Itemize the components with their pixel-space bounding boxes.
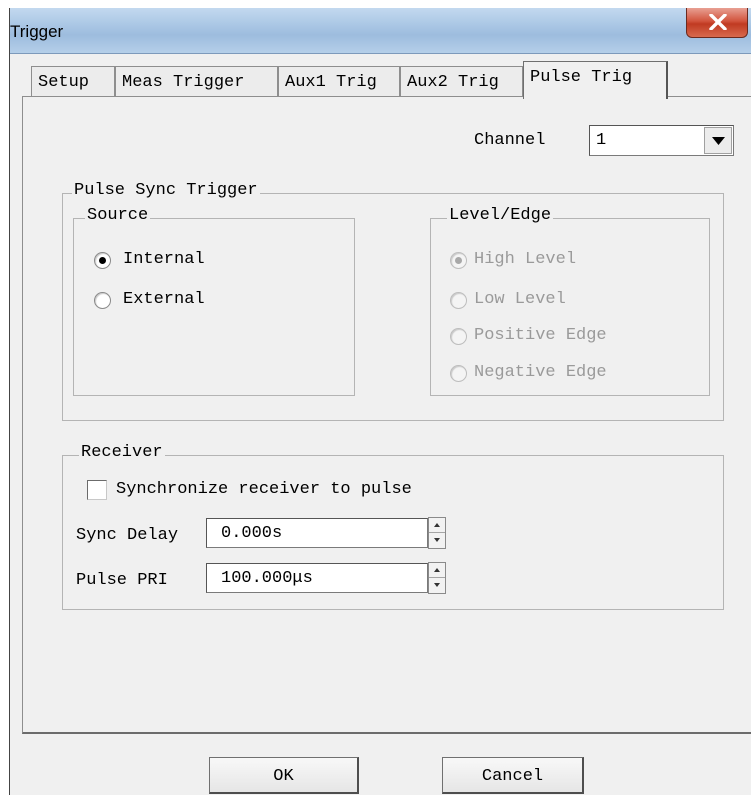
synchronize-receiver-checkbox[interactable]: [87, 480, 107, 500]
tab-pulse-trig[interactable]: Pulse Trig: [523, 61, 668, 99]
pulse-pri-spinner[interactable]: [428, 562, 446, 594]
sync-delay-spin-up[interactable]: [429, 518, 445, 533]
external-radio[interactable]: [94, 292, 111, 309]
trigger-dialog: Trigger Setup Meas Trigger Aux1 Trig Aux…: [9, 8, 751, 795]
close-icon: [709, 14, 727, 30]
tab-aux2-trig[interactable]: Aux2 Trig: [400, 66, 523, 96]
pulse-pri-input[interactable]: 100.000μs: [206, 563, 428, 593]
tab-meas-trigger[interactable]: Meas Trigger: [115, 66, 278, 96]
radio-dot: [99, 257, 106, 264]
sync-delay-label: Sync Delay: [76, 526, 179, 545]
source-title: Source: [85, 206, 151, 225]
high-level-label: High Level: [474, 250, 577, 269]
high-level-radio: [450, 252, 467, 269]
receiver-title: Receiver: [79, 443, 165, 462]
tab-label: Aux2 Trig: [407, 73, 499, 92]
spin-down-icon: [434, 538, 440, 542]
positive-edge-label: Positive Edge: [474, 326, 607, 345]
negative-edge-radio: [450, 365, 467, 382]
negative-edge-label: Negative Edge: [474, 363, 607, 382]
channel-value: 1: [596, 131, 607, 150]
sync-delay-spin-down[interactable]: [429, 533, 445, 548]
sync-delay-spinner[interactable]: [428, 517, 446, 549]
external-radio-label[interactable]: External: [123, 290, 205, 309]
low-level-label: Low Level: [474, 290, 566, 309]
close-button[interactable]: [686, 8, 748, 38]
channel-select[interactable]: 1: [589, 125, 734, 156]
source-group: [73, 218, 355, 396]
internal-radio-label[interactable]: Internal: [123, 250, 205, 269]
internal-radio[interactable]: [94, 252, 111, 269]
pulse-sync-trigger-title: Pulse Sync Trigger: [72, 181, 260, 200]
pulse-pri-label: Pulse PRI: [76, 571, 168, 590]
pulse-pri-spin-up[interactable]: [429, 563, 445, 578]
level-edge-title: Level/Edge: [447, 206, 554, 225]
spin-down-icon: [434, 583, 440, 587]
tab-label: Setup: [38, 73, 90, 92]
synchronize-receiver-label[interactable]: Synchronize receiver to pulse: [116, 480, 412, 499]
pulse-pri-spin-down[interactable]: [429, 578, 445, 593]
low-level-radio: [450, 292, 467, 309]
chevron-down-icon: [712, 137, 725, 145]
radio-dot: [455, 257, 462, 264]
cancel-button[interactable]: Cancel: [442, 757, 584, 794]
ok-button[interactable]: OK: [209, 757, 359, 794]
tab-label: Aux1 Trig: [285, 73, 377, 92]
channel-dropdown-button[interactable]: [704, 127, 732, 154]
tab-label: Pulse Trig: [530, 68, 633, 87]
tab-setup[interactable]: Setup: [31, 66, 115, 96]
title-bar[interactable]: Trigger: [10, 8, 751, 54]
window-title: Trigger: [10, 22, 64, 41]
channel-label: Channel: [474, 131, 546, 150]
tab-label: Meas Trigger: [122, 73, 245, 92]
positive-edge-radio: [450, 328, 467, 345]
spin-up-icon: [434, 568, 440, 572]
tab-aux1-trig[interactable]: Aux1 Trig: [278, 66, 400, 96]
spin-up-icon: [434, 523, 440, 527]
sync-delay-input[interactable]: 0.000s: [206, 518, 428, 548]
